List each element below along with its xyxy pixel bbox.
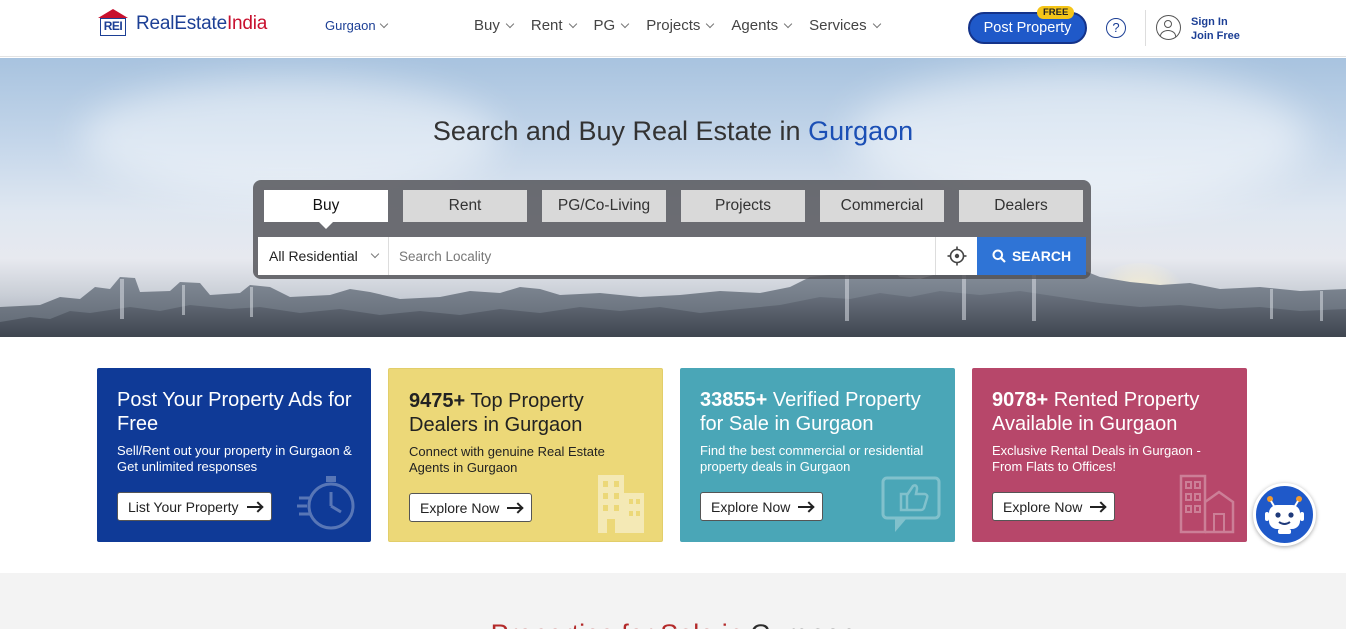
property-type-select[interactable]: All Residential (258, 237, 389, 275)
hero-banner: Search and Buy Real Estate in Gurgaon Bu… (0, 58, 1346, 337)
chevron-down-icon (370, 249, 379, 259)
tab-pg-co-living[interactable]: PG/Co-Living (542, 190, 666, 222)
arrow-right-icon (246, 505, 261, 508)
tab-commercial[interactable]: Commercial (820, 190, 944, 222)
thumbs-up-icon (881, 476, 941, 532)
properties-section: Properties for Sale in Gurgaon (0, 573, 1346, 629)
search-bar: All Residential SEARCH (258, 237, 1086, 275)
nav-item-services[interactable]: Services (809, 17, 881, 34)
site-header: REI RealEstateIndia Gurgaon Buy Rent PG … (0, 0, 1346, 57)
chevron-down-icon (872, 19, 881, 28)
building-icon (598, 475, 644, 533)
city-label: Gurgaon (325, 18, 376, 33)
section-title: Properties for Sale in Gurgaon (0, 619, 1346, 629)
promo-cards: Post Your Property Ads for Free Sell/Ren… (97, 368, 1247, 542)
card-title: Post Your Property Ads for Free (117, 389, 352, 435)
logo-house-icon: REI (96, 9, 130, 39)
card-description: Exclusive Rental Deals in Gurgaon - From… (992, 443, 1201, 474)
chatbot-button[interactable] (1253, 483, 1316, 546)
search-panel: Buy Rent PG/Co-Living Projects Commercia… (253, 180, 1091, 279)
promo-card-post-property: Post Your Property Ads for Free Sell/Ren… (97, 368, 371, 542)
tab-rent[interactable]: Rent (403, 190, 527, 222)
header-divider (1145, 10, 1146, 46)
city-selector[interactable]: Gurgaon (325, 18, 388, 33)
nav-item-buy[interactable]: Buy (474, 17, 515, 34)
explore-dealers-button[interactable]: Explore Now (409, 493, 533, 522)
tab-buy[interactable]: Buy (264, 190, 388, 229)
list-your-property-button[interactable]: List Your Property (117, 492, 272, 521)
nav-item-projects[interactable]: Projects (646, 17, 715, 34)
card-title: 33855+ Verified Property for Sale in Gur… (700, 389, 921, 435)
stopwatch-icon (297, 476, 355, 530)
promo-card-verified-sale: 33855+ Verified Property for Sale in Gur… (680, 368, 955, 542)
logo-wordmark: RealEstateIndia (136, 13, 268, 34)
arrow-right-icon (507, 506, 522, 509)
account-links: Sign In Join Free (1191, 15, 1240, 43)
chevron-down-icon (706, 19, 715, 28)
chevron-down-icon (783, 19, 793, 28)
user-icon[interactable] (1156, 15, 1181, 40)
tab-projects[interactable]: Projects (681, 190, 805, 222)
tab-dealers[interactable]: Dealers (959, 190, 1083, 222)
search-icon (992, 249, 1006, 263)
arrow-right-icon (1090, 505, 1105, 508)
sign-in-link[interactable]: Sign In (1191, 15, 1240, 29)
chevron-down-icon (379, 19, 388, 28)
arrow-right-icon (798, 505, 813, 508)
robot-icon (1265, 496, 1304, 534)
card-title: 9078+ Rented Property Available in Gurga… (992, 389, 1200, 435)
card-title: 9475+ Top Property Dealers in Gurgaon (409, 390, 584, 436)
hero-title: Search and Buy Real Estate in Gurgaon (432, 116, 914, 146)
search-tabs: Buy Rent PG/Co-Living Projects Commercia… (264, 190, 1083, 229)
promo-card-rented: 9078+ Rented Property Available in Gurga… (972, 368, 1247, 542)
nav-item-agents[interactable]: Agents (731, 17, 793, 34)
join-free-link[interactable]: Join Free (1191, 29, 1240, 43)
search-button[interactable]: SEARCH (977, 237, 1086, 275)
site-logo[interactable]: REI RealEstateIndia (96, 9, 267, 39)
explore-verified-button[interactable]: Explore Now (700, 492, 824, 521)
promo-card-dealers: 9475+ Top Property Dealers in Gurgaon Co… (388, 368, 663, 542)
free-badge: FREE (1037, 6, 1075, 19)
chevron-down-icon (568, 19, 577, 28)
nav-item-pg[interactable]: PG (594, 17, 630, 34)
apartment-icon (1179, 474, 1235, 534)
help-icon[interactable]: ? (1106, 18, 1126, 38)
card-description: Sell/Rent out your property in Gurgaon &… (117, 443, 352, 474)
search-locality-input[interactable] (389, 237, 935, 275)
card-description: Find the best commercial or residential … (700, 443, 924, 474)
chevron-down-icon (505, 19, 515, 28)
main-nav: Buy Rent PG Projects Agents Services (474, 17, 898, 34)
nav-item-rent[interactable]: Rent (531, 17, 577, 34)
chevron-down-icon (620, 19, 630, 28)
locate-me-icon[interactable] (935, 237, 977, 275)
property-type-value: All Residential (269, 248, 358, 264)
explore-rented-button[interactable]: Explore Now (992, 492, 1116, 521)
